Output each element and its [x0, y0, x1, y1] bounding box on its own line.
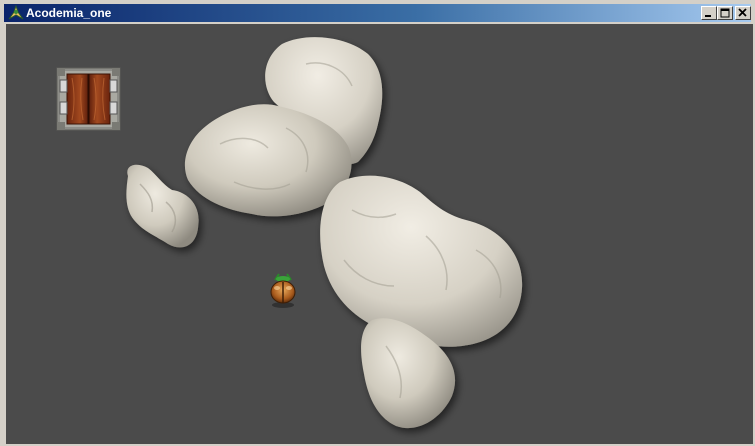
- app-icon: [8, 5, 24, 20]
- maximize-button[interactable]: [717, 6, 733, 20]
- minimize-button[interactable]: [701, 6, 717, 20]
- close-button[interactable]: [735, 6, 751, 20]
- minimize-icon: [705, 15, 711, 17]
- title-bar[interactable]: Acodemia_one: [4, 4, 751, 22]
- lower-boulder-cluster-icon: [320, 175, 523, 429]
- close-icon: [738, 8, 747, 17]
- window-title: Acodemia_one: [26, 6, 112, 20]
- game-scene: [56, 37, 523, 429]
- maximize-icon: [720, 8, 730, 18]
- wooden-double-door-icon[interactable]: [56, 67, 121, 131]
- app-window: Acodemia_one: [0, 0, 755, 446]
- game-viewport[interactable]: [6, 24, 753, 444]
- beetle-character-icon[interactable]: [270, 273, 296, 308]
